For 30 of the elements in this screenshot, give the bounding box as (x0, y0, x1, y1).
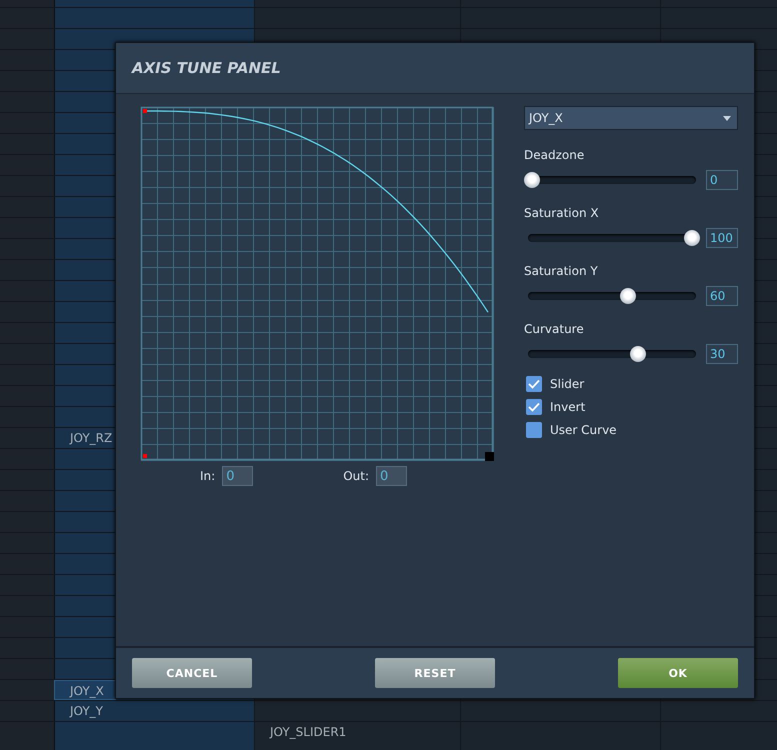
slider-thumb[interactable] (630, 346, 646, 362)
checkbox[interactable] (526, 376, 542, 392)
slider-thumb[interactable] (684, 230, 700, 246)
checkbox-label: Slider (550, 377, 584, 391)
table-cell[interactable]: JOY_SLIDER1 (255, 722, 415, 742)
caret-icon (723, 116, 731, 120)
checkbox[interactable] (526, 422, 542, 438)
value-field[interactable]: 60 (706, 286, 738, 306)
dialog-title: AXIS TUNE PANEL (132, 59, 281, 77)
out-label: Out: (343, 469, 369, 483)
out-field[interactable]: 0 (376, 466, 407, 486)
value-field[interactable]: 0 (706, 170, 738, 190)
axis-dropdown[interactable]: JOY_X (524, 106, 738, 130)
slider-label: Curvature (524, 322, 585, 338)
slider-label: Deadzone (524, 148, 586, 164)
slider-thumb[interactable] (620, 288, 636, 304)
table-cell[interactable]: JOY_X (54, 680, 116, 700)
slider-label: Saturation X (524, 206, 600, 222)
value-field[interactable]: 100 (706, 228, 738, 248)
checkbox[interactable] (526, 399, 542, 415)
value-field[interactable]: 30 (706, 344, 738, 364)
ok-button[interactable]: OK (618, 658, 738, 688)
slider-label: Saturation Y (524, 264, 599, 280)
slider-thumb[interactable] (524, 172, 540, 188)
in-field[interactable]: 0 (222, 466, 254, 486)
checkbox-label: Invert (550, 400, 586, 414)
table-cell[interactable]: JOY_RZ (55, 428, 115, 448)
in-label: In: (200, 469, 216, 483)
checkbox-label: User Curve (550, 423, 617, 437)
table-cell[interactable]: JOY_Y (55, 701, 205, 721)
